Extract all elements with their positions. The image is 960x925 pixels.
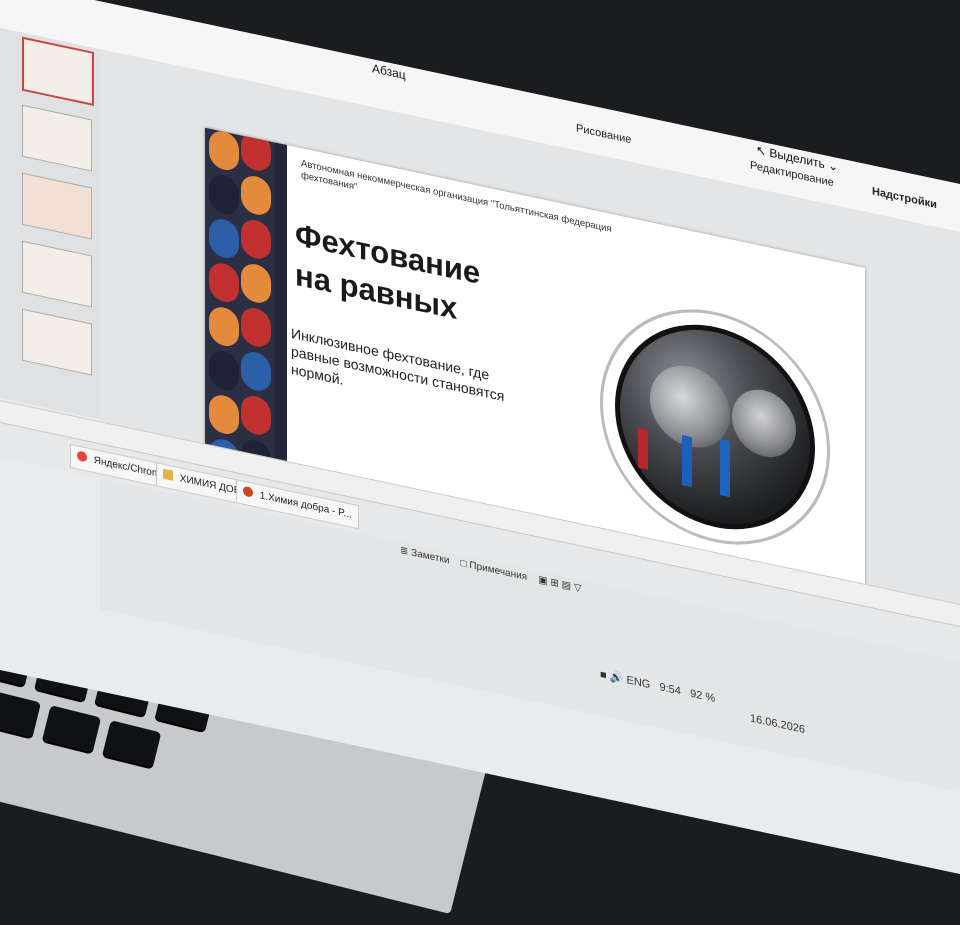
blue-grip <box>682 434 692 488</box>
comments-icon: □ <box>460 557 467 571</box>
cursor-icon: ↖ <box>756 142 767 159</box>
normal-view-icon[interactable]: ▣ <box>538 574 547 587</box>
folder-icon <box>163 468 173 481</box>
slide-thumbnails <box>0 28 101 420</box>
pattern-dot <box>241 349 271 394</box>
notes-icon: ≣ <box>400 545 409 558</box>
pattern-dot <box>209 304 239 349</box>
chevron-down-icon: ⌄ <box>828 158 839 175</box>
pattern-dot <box>209 172 239 217</box>
blue-grip <box>720 439 730 498</box>
thumbnail-slide-3[interactable] <box>22 172 92 240</box>
fencing-masks-photo[interactable] <box>620 311 810 543</box>
ribbon-group-addins[interactable]: Надстройки <box>872 185 937 211</box>
pattern-dot <box>241 261 271 306</box>
pattern-dot <box>241 217 271 262</box>
pattern-dot <box>209 392 239 437</box>
pattern-dot <box>209 216 239 261</box>
fencing-mask <box>732 383 796 464</box>
volume-icon[interactable]: 🔊 <box>610 671 624 686</box>
slide-subtitle[interactable]: Инклюзивное фехтование, где равные возмо… <box>291 324 521 427</box>
language-indicator[interactable]: ENG <box>626 674 650 691</box>
thumbnail-slide-4[interactable] <box>22 240 92 308</box>
pattern-dot <box>209 260 239 305</box>
ribbon-group-paragraph[interactable]: Абзац <box>372 61 406 82</box>
pattern-dot <box>241 393 271 438</box>
chrome-icon <box>77 450 87 463</box>
taskbar-chrome-label: Яндекс/Chrome <box>93 454 166 482</box>
red-strap <box>638 427 648 470</box>
network-icon[interactable]: ■ <box>600 669 607 682</box>
zoom-level[interactable]: 92 % <box>690 688 715 705</box>
sorter-view-icon[interactable]: ⊞ <box>550 577 558 590</box>
pattern-dot <box>209 348 239 393</box>
thumbnail-slide-1[interactable] <box>22 36 94 106</box>
pattern-dot <box>209 128 239 173</box>
powerpoint-icon <box>243 485 253 498</box>
powerpoint-window: Абзац Рисование Редактирование Надстройк… <box>0 0 960 875</box>
thumbnail-slide-2[interactable] <box>22 104 92 172</box>
reading-view-icon[interactable]: ▤ <box>562 579 571 592</box>
photo-frame <box>615 305 815 549</box>
pattern-dot <box>241 173 271 218</box>
thumbnail-slide-5[interactable] <box>22 308 92 376</box>
ribbon-group-drawing[interactable]: Рисование <box>576 122 631 146</box>
pattern-dot <box>241 129 271 174</box>
slide-title[interactable]: Фехтование на равных <box>295 215 535 346</box>
slideshow-icon[interactable]: ▽ <box>574 582 582 595</box>
photo-frame-ring <box>600 287 830 567</box>
clock-time[interactable]: 9:54 <box>660 681 681 698</box>
pattern-dot <box>241 305 271 350</box>
